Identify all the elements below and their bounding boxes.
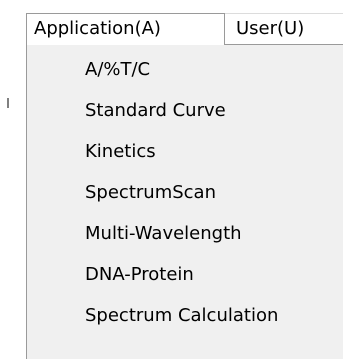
menu-bar: Application(A) User(U) (0, 0, 343, 45)
menu-item-dna-protein[interactable]: DNA-Protein (85, 258, 343, 292)
screen: Application(A) User(U) A/%T/C Standard C… (0, 0, 343, 359)
menu-item-spectrum-calculation[interactable]: Spectrum Calculation (85, 299, 343, 333)
menu-icon-column (27, 45, 59, 359)
menu-item-standard-curve[interactable]: Standard Curve (85, 94, 343, 128)
menu-item-spectrum-scan[interactable]: SpectrumScan (85, 176, 343, 210)
menu-item-multi-wavelength[interactable]: Multi-Wavelength (85, 217, 343, 251)
window-edge-mark (7, 98, 9, 108)
menu-item-kinetics[interactable]: Kinetics (85, 135, 343, 169)
menu-application[interactable]: Application(A) (26, 13, 225, 45)
menu-item-a-t-c[interactable]: A/%T/C (85, 53, 343, 87)
menu-user[interactable]: User(U) (225, 13, 343, 45)
application-dropdown-menu: A/%T/C Standard Curve Kinetics SpectrumS… (26, 44, 343, 359)
